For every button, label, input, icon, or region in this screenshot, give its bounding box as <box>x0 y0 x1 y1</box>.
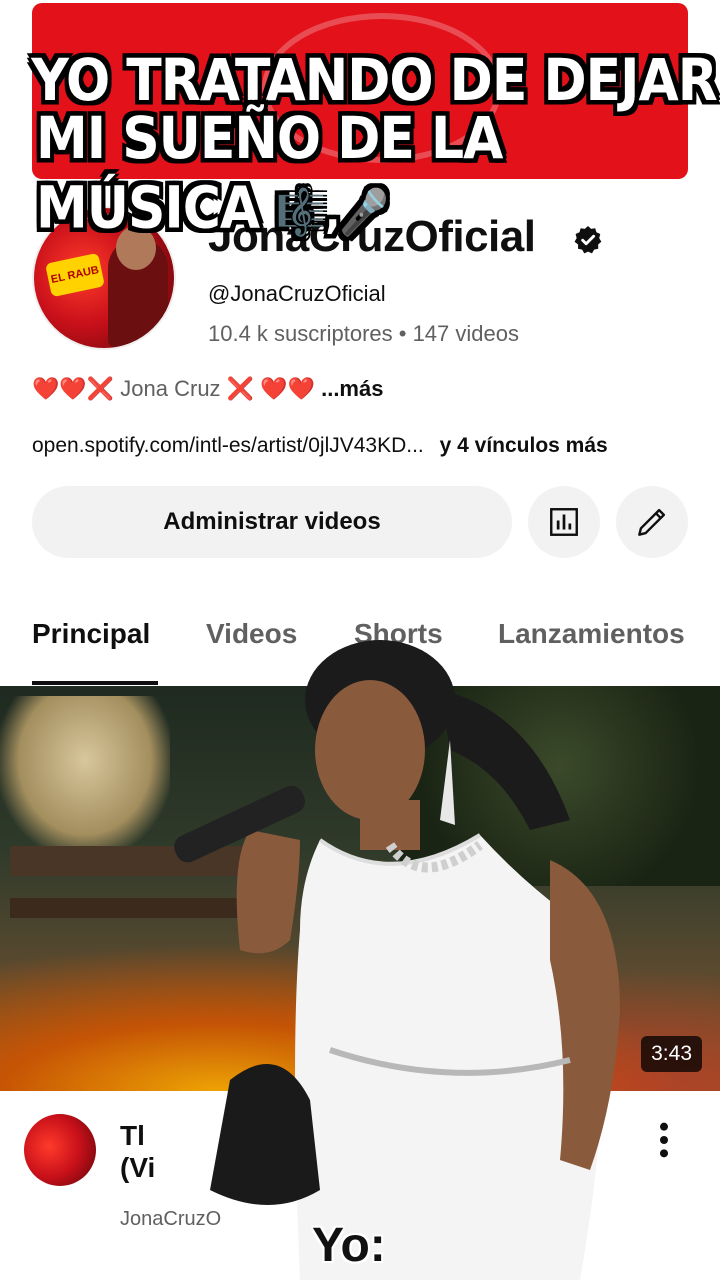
analytics-icon <box>550 508 578 536</box>
spotify-link[interactable]: open.spotify.com/intl-es/artist/0jlJV43K… <box>32 434 424 457</box>
active-tab-indicator <box>32 681 158 685</box>
channel-description[interactable]: ❤️❤️❌ Jona Cruz ❌ ❤️❤️ ...más <box>32 376 383 402</box>
more-options-icon[interactable] <box>652 1120 676 1160</box>
edit-channel-button[interactable] <box>616 486 688 558</box>
channel-links[interactable]: open.spotify.com/intl-es/artist/0jlJV43K… <box>32 434 608 458</box>
meme-caption: YO TRATANDO DE DEJAR MI SUEÑO DE LA MÚSI… <box>0 47 720 242</box>
pencil-icon <box>638 508 666 536</box>
caption-line-2: MI SUEÑO DE LA MÚSICA 🎼,🎤 <box>0 104 720 247</box>
video-duration: 3:43 <box>641 1036 702 1072</box>
meme-yo-label: Yo: <box>312 1219 386 1272</box>
description-more-link[interactable]: ...más <box>321 376 383 401</box>
manage-videos-button[interactable]: Administrar videos <box>32 486 512 558</box>
channel-handle: @JonaCruzOficial <box>208 281 386 306</box>
channel-stats: 10.4 k suscriptores • 147 videos <box>208 321 519 346</box>
music-mic-emoji: 🎼,🎤 <box>276 187 389 239</box>
analytics-button[interactable] <box>528 486 600 558</box>
tab-principal[interactable]: Principal <box>32 618 150 650</box>
more-links[interactable]: y 4 vínculos más <box>440 434 608 457</box>
description-text: ❤️❤️❌ Jona Cruz ❌ ❤️❤️ <box>32 376 315 401</box>
caption-line-2-text: MI SUEÑO DE LA MÚSICA <box>36 105 503 243</box>
video-channel-avatar[interactable] <box>24 1114 96 1186</box>
avatar-badge: EL RAUB <box>45 252 105 298</box>
thumbnail-fountain <box>0 696 170 856</box>
video-title-line-1: Tl <box>120 1120 145 1151</box>
singer-cutout-image <box>174 640 620 1280</box>
